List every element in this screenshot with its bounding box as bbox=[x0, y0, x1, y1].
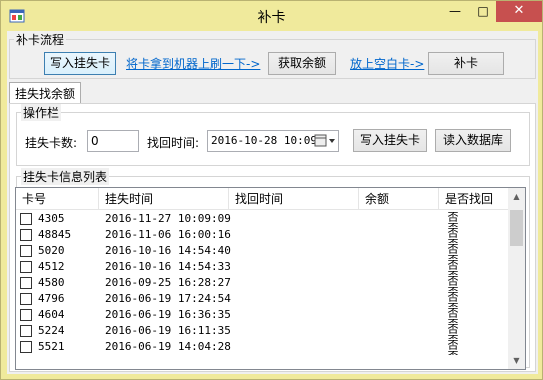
loss-time-cell: 2016-11-27 10:09:09 bbox=[105, 212, 231, 225]
card-number-cell: 48845 bbox=[38, 228, 72, 241]
card-number-cell: 5521 bbox=[38, 340, 65, 353]
recover-time-value: 2016-10-28 10:09 bbox=[211, 134, 317, 147]
loss-time-cell: 2016-10-16 14:54:33 bbox=[105, 260, 231, 273]
main-window: 补卡 — □ ✕ 补卡流程 写入挂失卡 将卡拿到机器上刷一下-> 获取余额 放上… bbox=[0, 0, 543, 380]
table-row[interactable]: 5224 2016-06-19 16:11:35 否否 bbox=[16, 323, 513, 339]
process-group-title: 补卡流程 bbox=[14, 31, 67, 48]
found-cell: 否否 bbox=[446, 291, 458, 307]
close-button[interactable]: ✕ bbox=[496, 1, 542, 22]
found-cell: 否否 bbox=[446, 275, 458, 291]
write-loss-card-button-2[interactable]: 写入挂失卡 bbox=[353, 129, 427, 152]
operation-group-title: 操作栏 bbox=[21, 104, 62, 121]
tab-loss-balance[interactable]: 挂失找余额 bbox=[9, 82, 82, 103]
found-cell: 否否 bbox=[446, 323, 458, 339]
found-cell: 否否 bbox=[446, 259, 458, 275]
recover-time-label: 找回时间: bbox=[147, 136, 200, 150]
card-number-cell: 5224 bbox=[38, 324, 65, 337]
minimize-button[interactable]: — bbox=[441, 1, 469, 22]
column-header-balance[interactable]: 余额 bbox=[359, 188, 439, 210]
card-number-cell: 4796 bbox=[38, 292, 65, 305]
found-cell: 否否 bbox=[446, 243, 458, 259]
loss-count-label: 挂失卡数: bbox=[25, 136, 78, 150]
found-cell: 否否 bbox=[446, 339, 458, 355]
card-number-cell: 5020 bbox=[38, 244, 65, 257]
process-group: 补卡流程 写入挂失卡 将卡拿到机器上刷一下-> 获取余额 放上空白卡-> 补卡 bbox=[9, 31, 536, 79]
vertical-scrollbar[interactable]: ▲ ▼ bbox=[508, 188, 525, 369]
card-number-cell: 4580 bbox=[38, 276, 65, 289]
card-number-cell: 4604 bbox=[38, 308, 65, 321]
loss-count-input[interactable]: 0 bbox=[87, 130, 139, 152]
scroll-up-icon[interactable]: ▲ bbox=[508, 188, 525, 205]
row-checkbox[interactable] bbox=[20, 229, 32, 241]
operation-group: 操作栏 挂失卡数: 0 找回时间: 2016-10-28 10:09 写入挂失卡 bbox=[16, 104, 530, 166]
swipe-card-link[interactable]: 将卡拿到机器上刷一下-> bbox=[126, 55, 260, 72]
column-header-loss-time[interactable]: 挂失时间 bbox=[99, 188, 229, 210]
table-row[interactable]: 4512 2016-10-16 14:54:33 否否 bbox=[16, 259, 513, 275]
loss-time-cell: 2016-06-19 16:36:35 bbox=[105, 308, 231, 321]
table-row[interactable]: 48845 2016-11-06 16:00:16 否否 bbox=[16, 227, 513, 243]
loss-time-cell: 2016-09-25 16:28:27 bbox=[105, 276, 231, 289]
reissue-button[interactable]: 补卡 bbox=[428, 52, 504, 75]
card-number-cell: 4512 bbox=[38, 260, 65, 273]
found-cell: 否否 bbox=[446, 227, 458, 243]
table-row[interactable]: 5521 2016-06-19 14:04:28 否否 bbox=[16, 339, 513, 355]
row-checkbox[interactable] bbox=[20, 277, 32, 289]
loss-card-list[interactable]: 卡号 挂失时间 找回时间 余额 是否找回 4305 2016-11-27 10:0… bbox=[15, 187, 526, 370]
table-row[interactable]: 4305 2016-11-27 10:09:09 否否 bbox=[16, 211, 513, 227]
get-balance-button[interactable]: 获取余额 bbox=[268, 52, 336, 75]
row-checkbox[interactable] bbox=[20, 325, 32, 337]
loss-time-cell: 2016-10-16 14:54:40 bbox=[105, 244, 231, 257]
table-row[interactable]: 4580 2016-09-25 16:28:27 否否 bbox=[16, 275, 513, 291]
table-row[interactable]: 5020 2016-10-16 14:54:40 否否 bbox=[16, 243, 513, 259]
calendar-dropdown-icon[interactable] bbox=[314, 134, 336, 155]
row-checkbox[interactable] bbox=[20, 341, 32, 353]
put-blank-card-link[interactable]: 放上空白卡-> bbox=[350, 55, 424, 72]
found-cell: 否否 bbox=[446, 211, 458, 227]
column-header-card-no[interactable]: 卡号 bbox=[16, 188, 99, 210]
title-bar: 补卡 — □ ✕ bbox=[1, 1, 542, 31]
row-checkbox[interactable] bbox=[20, 213, 32, 225]
row-checkbox[interactable] bbox=[20, 261, 32, 273]
row-checkbox[interactable] bbox=[20, 309, 32, 321]
maximize-button[interactable]: □ bbox=[469, 1, 497, 22]
scroll-thumb[interactable] bbox=[510, 210, 523, 246]
read-database-button[interactable]: 读入数据库 bbox=[435, 129, 511, 152]
loss-time-cell: 2016-06-19 14:04:28 bbox=[105, 340, 231, 353]
window-client-area: 补卡流程 写入挂失卡 将卡拿到机器上刷一下-> 获取余额 放上空白卡-> 补卡 … bbox=[7, 31, 538, 374]
list-group-title: 挂失卡信息列表 bbox=[21, 168, 110, 185]
column-header-found[interactable]: 是否找回 bbox=[439, 188, 513, 210]
list-header: 卡号 挂失时间 找回时间 余额 是否找回 bbox=[16, 188, 513, 210]
row-checkbox[interactable] bbox=[20, 245, 32, 257]
table-row[interactable]: 4604 2016-06-19 16:36:35 否否 bbox=[16, 307, 513, 323]
write-loss-card-button[interactable]: 写入挂失卡 bbox=[44, 52, 116, 75]
table-row[interactable]: 4796 2016-06-19 17:24:54 否否 bbox=[16, 291, 513, 307]
row-checkbox[interactable] bbox=[20, 293, 32, 305]
recover-time-picker[interactable]: 2016-10-28 10:09 bbox=[207, 130, 339, 152]
scroll-down-icon[interactable]: ▼ bbox=[508, 352, 525, 369]
loss-time-cell: 2016-11-06 16:00:16 bbox=[105, 228, 231, 241]
found-cell: 否否 bbox=[446, 307, 458, 323]
column-header-recover-time[interactable]: 找回时间 bbox=[229, 188, 359, 210]
loss-time-cell: 2016-06-19 17:24:54 bbox=[105, 292, 231, 305]
card-number-cell: 4305 bbox=[38, 212, 65, 225]
loss-time-cell: 2016-06-19 16:11:35 bbox=[105, 324, 231, 337]
